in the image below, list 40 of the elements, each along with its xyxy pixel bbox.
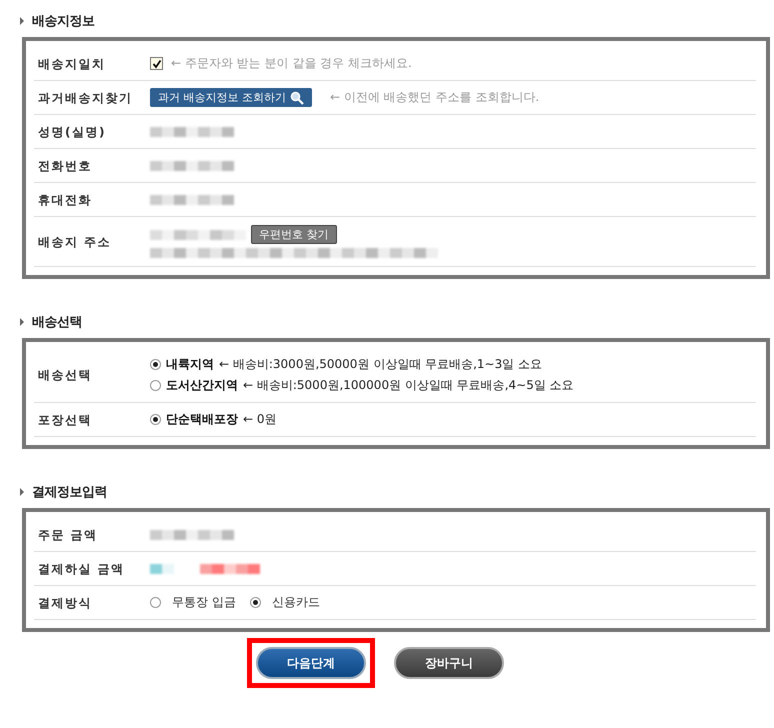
triangle-icon	[20, 318, 24, 326]
triangle-icon	[20, 17, 24, 25]
field-label: 배송선택	[37, 368, 93, 382]
radio-button[interactable]	[150, 597, 161, 608]
field-label: 휴대전화	[37, 192, 93, 206]
section-title: 배송선택	[32, 314, 82, 331]
option-label: 도서산간지역	[166, 377, 238, 394]
radio-button[interactable]	[250, 597, 261, 608]
section-title: 결제정보입력	[32, 484, 107, 501]
option-note: ← 배송비:5000원,100000원 이상일때 무료배송,4~5일 소요	[243, 377, 574, 394]
radio-button[interactable]	[150, 359, 161, 370]
zipcode-search-button[interactable]: 우편번호 찾기	[251, 225, 336, 244]
field-label: 포장선택	[37, 412, 93, 426]
lookup-button[interactable]: 과거 배송지정보 조회하기	[150, 88, 312, 107]
section-title: 배송지정보	[32, 13, 94, 30]
option-note: ← 0원	[243, 411, 277, 428]
checkbox[interactable]	[150, 57, 163, 70]
option-label: 단순택배포장	[166, 411, 238, 428]
next-step-button[interactable]: 다음단계	[256, 647, 366, 679]
hint-text: ← 주문자와 받는 분이 같을 경우 체크하세요.	[171, 55, 412, 72]
redacted-value	[200, 564, 260, 574]
field-label: 전화번호	[37, 158, 93, 172]
triangle-icon	[20, 488, 24, 496]
field-label: 결제하실 금액	[37, 562, 126, 576]
hint-text: ← 이전에 배송했던 주소를 조회합니다.	[330, 89, 540, 106]
cart-button[interactable]: 장바구니	[394, 647, 504, 679]
option-label: 내륙지역	[166, 356, 214, 373]
radio-button[interactable]	[150, 414, 161, 425]
field-label: 결제방식	[37, 596, 93, 610]
option-label: 무통장 입금	[172, 594, 236, 611]
option-note: ← 배송비:3000원,50000원 이상일때 무료배송,1~3일 소요	[219, 356, 542, 373]
option-label: 신용카드	[272, 594, 320, 611]
search-icon	[290, 90, 304, 104]
field-label: 배송지일치	[37, 56, 106, 70]
field-label: 성명(실명)	[37, 124, 107, 138]
redacted-value	[150, 564, 174, 574]
field-label: 과거배송지찾기	[37, 90, 134, 104]
radio-button[interactable]	[150, 380, 161, 391]
field-label: 배송지 주소	[37, 234, 112, 248]
field-label: 주문 금액	[37, 528, 99, 542]
